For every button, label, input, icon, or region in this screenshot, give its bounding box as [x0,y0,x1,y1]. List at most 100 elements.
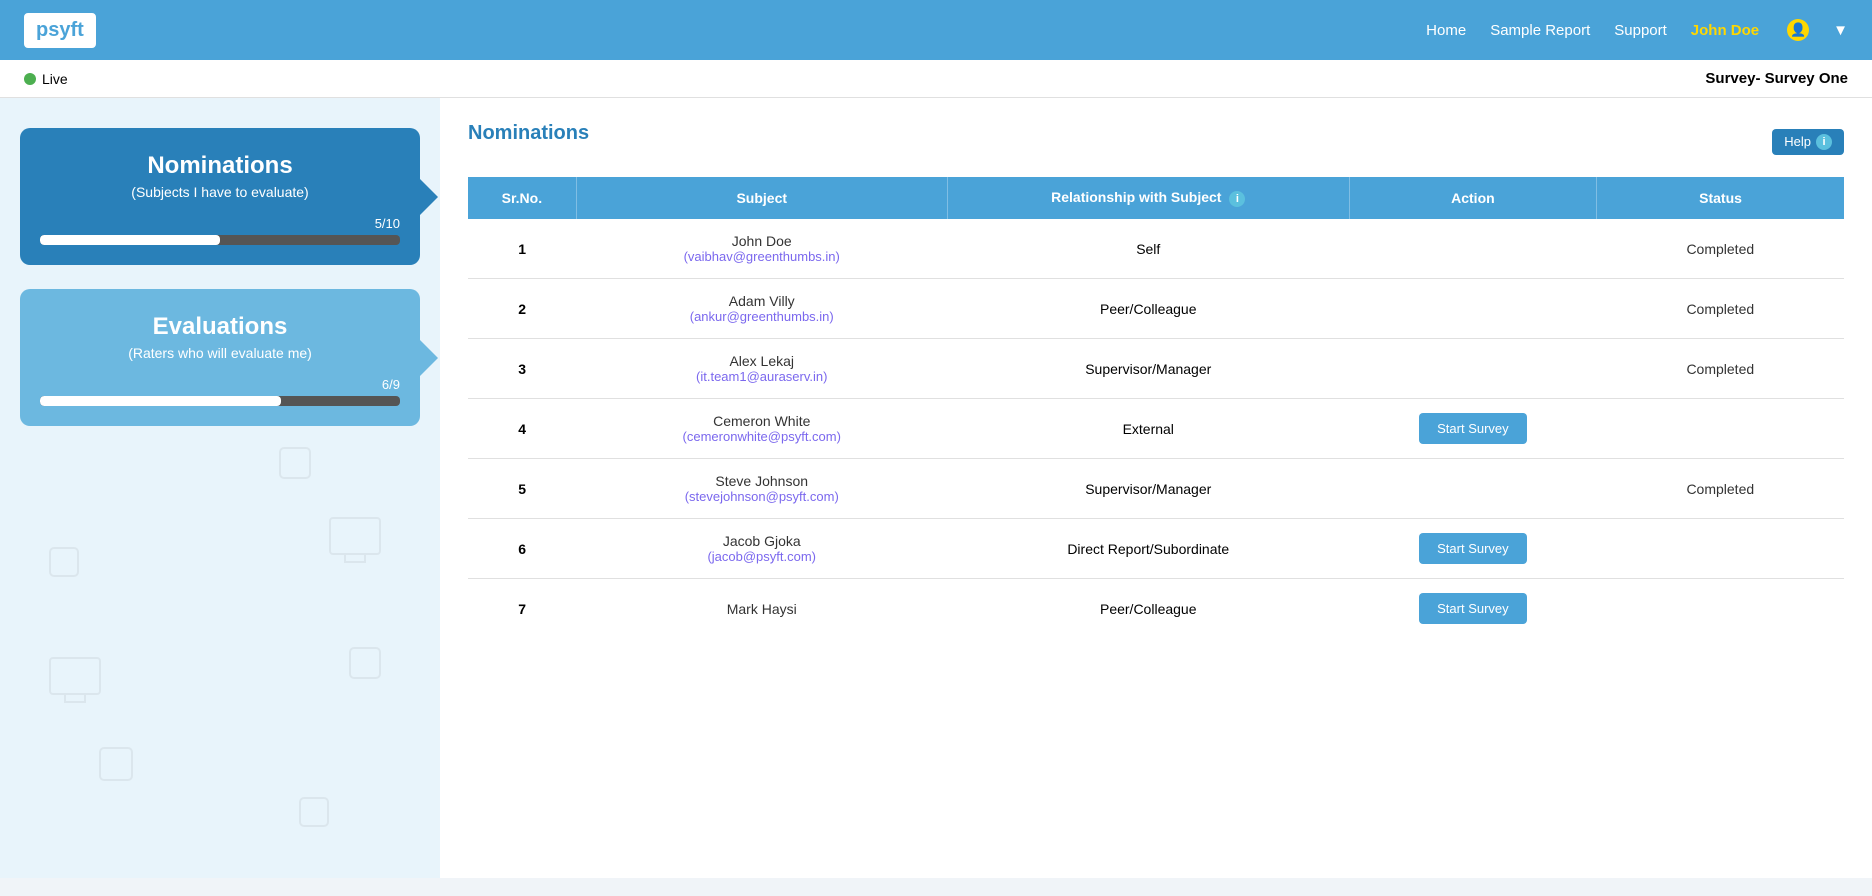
subject-name: Mark Haysi [586,601,937,617]
subject-email: (cemeronwhite@psyft.com) [586,429,937,444]
table-row: 5Steve Johnson(stevejohnson@psyft.com)Su… [468,459,1844,519]
sub-header: Live Survey- Survey One [0,60,1872,98]
cell-status: Completed [1597,279,1844,339]
cell-subject: Alex Lekaj(it.team1@auraserv.in) [576,339,947,399]
user-avatar-icon: 👤 [1787,19,1809,41]
nominations-progress-bar [40,235,400,245]
table-row: 2Adam Villy(ankur@greenthumbs.in)Peer/Co… [468,279,1844,339]
cell-status [1597,519,1844,579]
subject-name: Jacob Gjoka [586,533,937,549]
help-button[interactable]: Help i [1772,129,1844,155]
cell-action: Start Survey [1349,519,1596,579]
nominations-section-title: Nominations [468,122,589,145]
subject-email: (jacob@psyft.com) [586,549,937,564]
cell-subject: Cemeron White(cemeronwhite@psyft.com) [576,399,947,459]
live-dot-icon [24,73,36,85]
cell-subject: Jacob Gjoka(jacob@psyft.com) [576,519,947,579]
nominations-progress-fill [40,235,220,245]
cell-status: Completed [1597,339,1844,399]
evaluations-progress-fill [40,396,281,406]
app-header: psyft Home Sample Report Support John Do… [0,0,1872,60]
cell-subject: Steve Johnson(stevejohnson@psyft.com) [576,459,947,519]
cell-relationship: Direct Report/Subordinate [947,519,1349,579]
live-status: Live [24,71,68,87]
cell-relationship: External [947,399,1349,459]
nav-sample-report[interactable]: Sample Report [1490,22,1590,39]
table-header: Sr.No. Subject Relationship with Subject… [468,177,1844,219]
cell-srno: 6 [468,519,576,579]
sidebar: Nominations (Subjects I have to evaluate… [0,98,440,878]
live-label: Live [42,71,68,87]
cell-srno: 2 [468,279,576,339]
evaluations-card-subtitle: (Raters who will evaluate me) [40,345,400,361]
right-content: Nominations Help i Sr.No. Subject Relati… [440,98,1872,878]
cell-relationship: Self [947,219,1349,279]
nominations-card-subtitle: (Subjects I have to evaluate) [40,184,400,200]
cell-relationship: Peer/Colleague [947,279,1349,339]
th-status: Status [1597,177,1844,219]
subject-name: Alex Lekaj [586,353,937,369]
table-row: 4Cemeron White(cemeronwhite@psyft.com)Ex… [468,399,1844,459]
cell-status: Completed [1597,459,1844,519]
cell-action [1349,279,1596,339]
user-dropdown-icon[interactable]: ▼ [1833,22,1848,39]
th-subject: Subject [576,177,947,219]
subject-name: Steve Johnson [586,473,937,489]
nav-support[interactable]: Support [1614,22,1667,39]
cell-action [1349,339,1596,399]
evaluations-card-arrow [420,340,438,376]
cell-action [1349,459,1596,519]
nominations-table: Sr.No. Subject Relationship with Subject… [468,177,1844,638]
subject-email: (vaibhav@greenthumbs.in) [586,249,937,264]
logo: psyft [24,13,96,48]
cell-action [1349,219,1596,279]
cell-action: Start Survey [1349,579,1596,639]
table-row: 6Jacob Gjoka(jacob@psyft.com)Direct Repo… [468,519,1844,579]
user-name[interactable]: John Doe [1691,22,1759,39]
table-row: 7 Mark Haysi Peer/Colleague Start Survey [468,579,1844,639]
cell-status [1597,399,1844,459]
nav-home[interactable]: Home [1426,22,1466,39]
cell-relationship: Peer/Colleague [947,579,1349,639]
cell-srno: 1 [468,219,576,279]
cell-relationship: Supervisor/Manager [947,459,1349,519]
cell-relationship: Supervisor/Manager [947,339,1349,399]
start-survey-button[interactable]: Start Survey [1419,413,1527,444]
subject-email: (it.team1@auraserv.in) [586,369,937,384]
th-action: Action [1349,177,1596,219]
evaluations-card-title: Evaluations [40,313,400,341]
evaluations-progress-label: 6/9 [40,377,400,392]
cell-srno: 4 [468,399,576,459]
cell-status [1597,579,1844,639]
cell-subject: Adam Villy(ankur@greenthumbs.in) [576,279,947,339]
th-relationship: Relationship with Subject i [947,177,1349,219]
table-row: 1John Doe(vaibhav@greenthumbs.in)SelfCom… [468,219,1844,279]
subject-name: Cemeron White [586,413,937,429]
nominations-card-title: Nominations [40,152,400,180]
nominations-progress-label: 5/10 [40,216,400,231]
evaluations-card[interactable]: Evaluations (Raters who will evaluate me… [20,289,420,426]
cell-srno: 7 [468,579,576,639]
nominations-card[interactable]: Nominations (Subjects I have to evaluate… [20,128,420,265]
subject-email: (stevejohnson@psyft.com) [586,489,937,504]
survey-title: Survey- Survey One [1705,70,1848,87]
th-srno: Sr.No. [468,177,576,219]
help-label: Help [1784,134,1811,149]
cell-srno: 3 [468,339,576,399]
subject-email: (ankur@greenthumbs.in) [586,309,937,324]
subject-name: Adam Villy [586,293,937,309]
subject-name: John Doe [586,233,937,249]
cell-subject: Mark Haysi [576,579,947,639]
table-body: 1John Doe(vaibhav@greenthumbs.in)SelfCom… [468,219,1844,638]
cell-status: Completed [1597,219,1844,279]
nominations-card-arrow [420,179,438,215]
cell-action: Start Survey [1349,399,1596,459]
start-survey-button[interactable]: Start Survey [1419,533,1527,564]
cell-srno: 5 [468,459,576,519]
cell-subject: John Doe(vaibhav@greenthumbs.in) [576,219,947,279]
main-content: Nominations (Subjects I have to evaluate… [0,98,1872,878]
evaluations-progress-bar [40,396,400,406]
nav-bar: Home Sample Report Support John Doe 👤 ▼ [1426,19,1848,41]
start-survey-button[interactable]: Start Survey [1419,593,1527,624]
table-row: 3Alex Lekaj(it.team1@auraserv.in)Supervi… [468,339,1844,399]
